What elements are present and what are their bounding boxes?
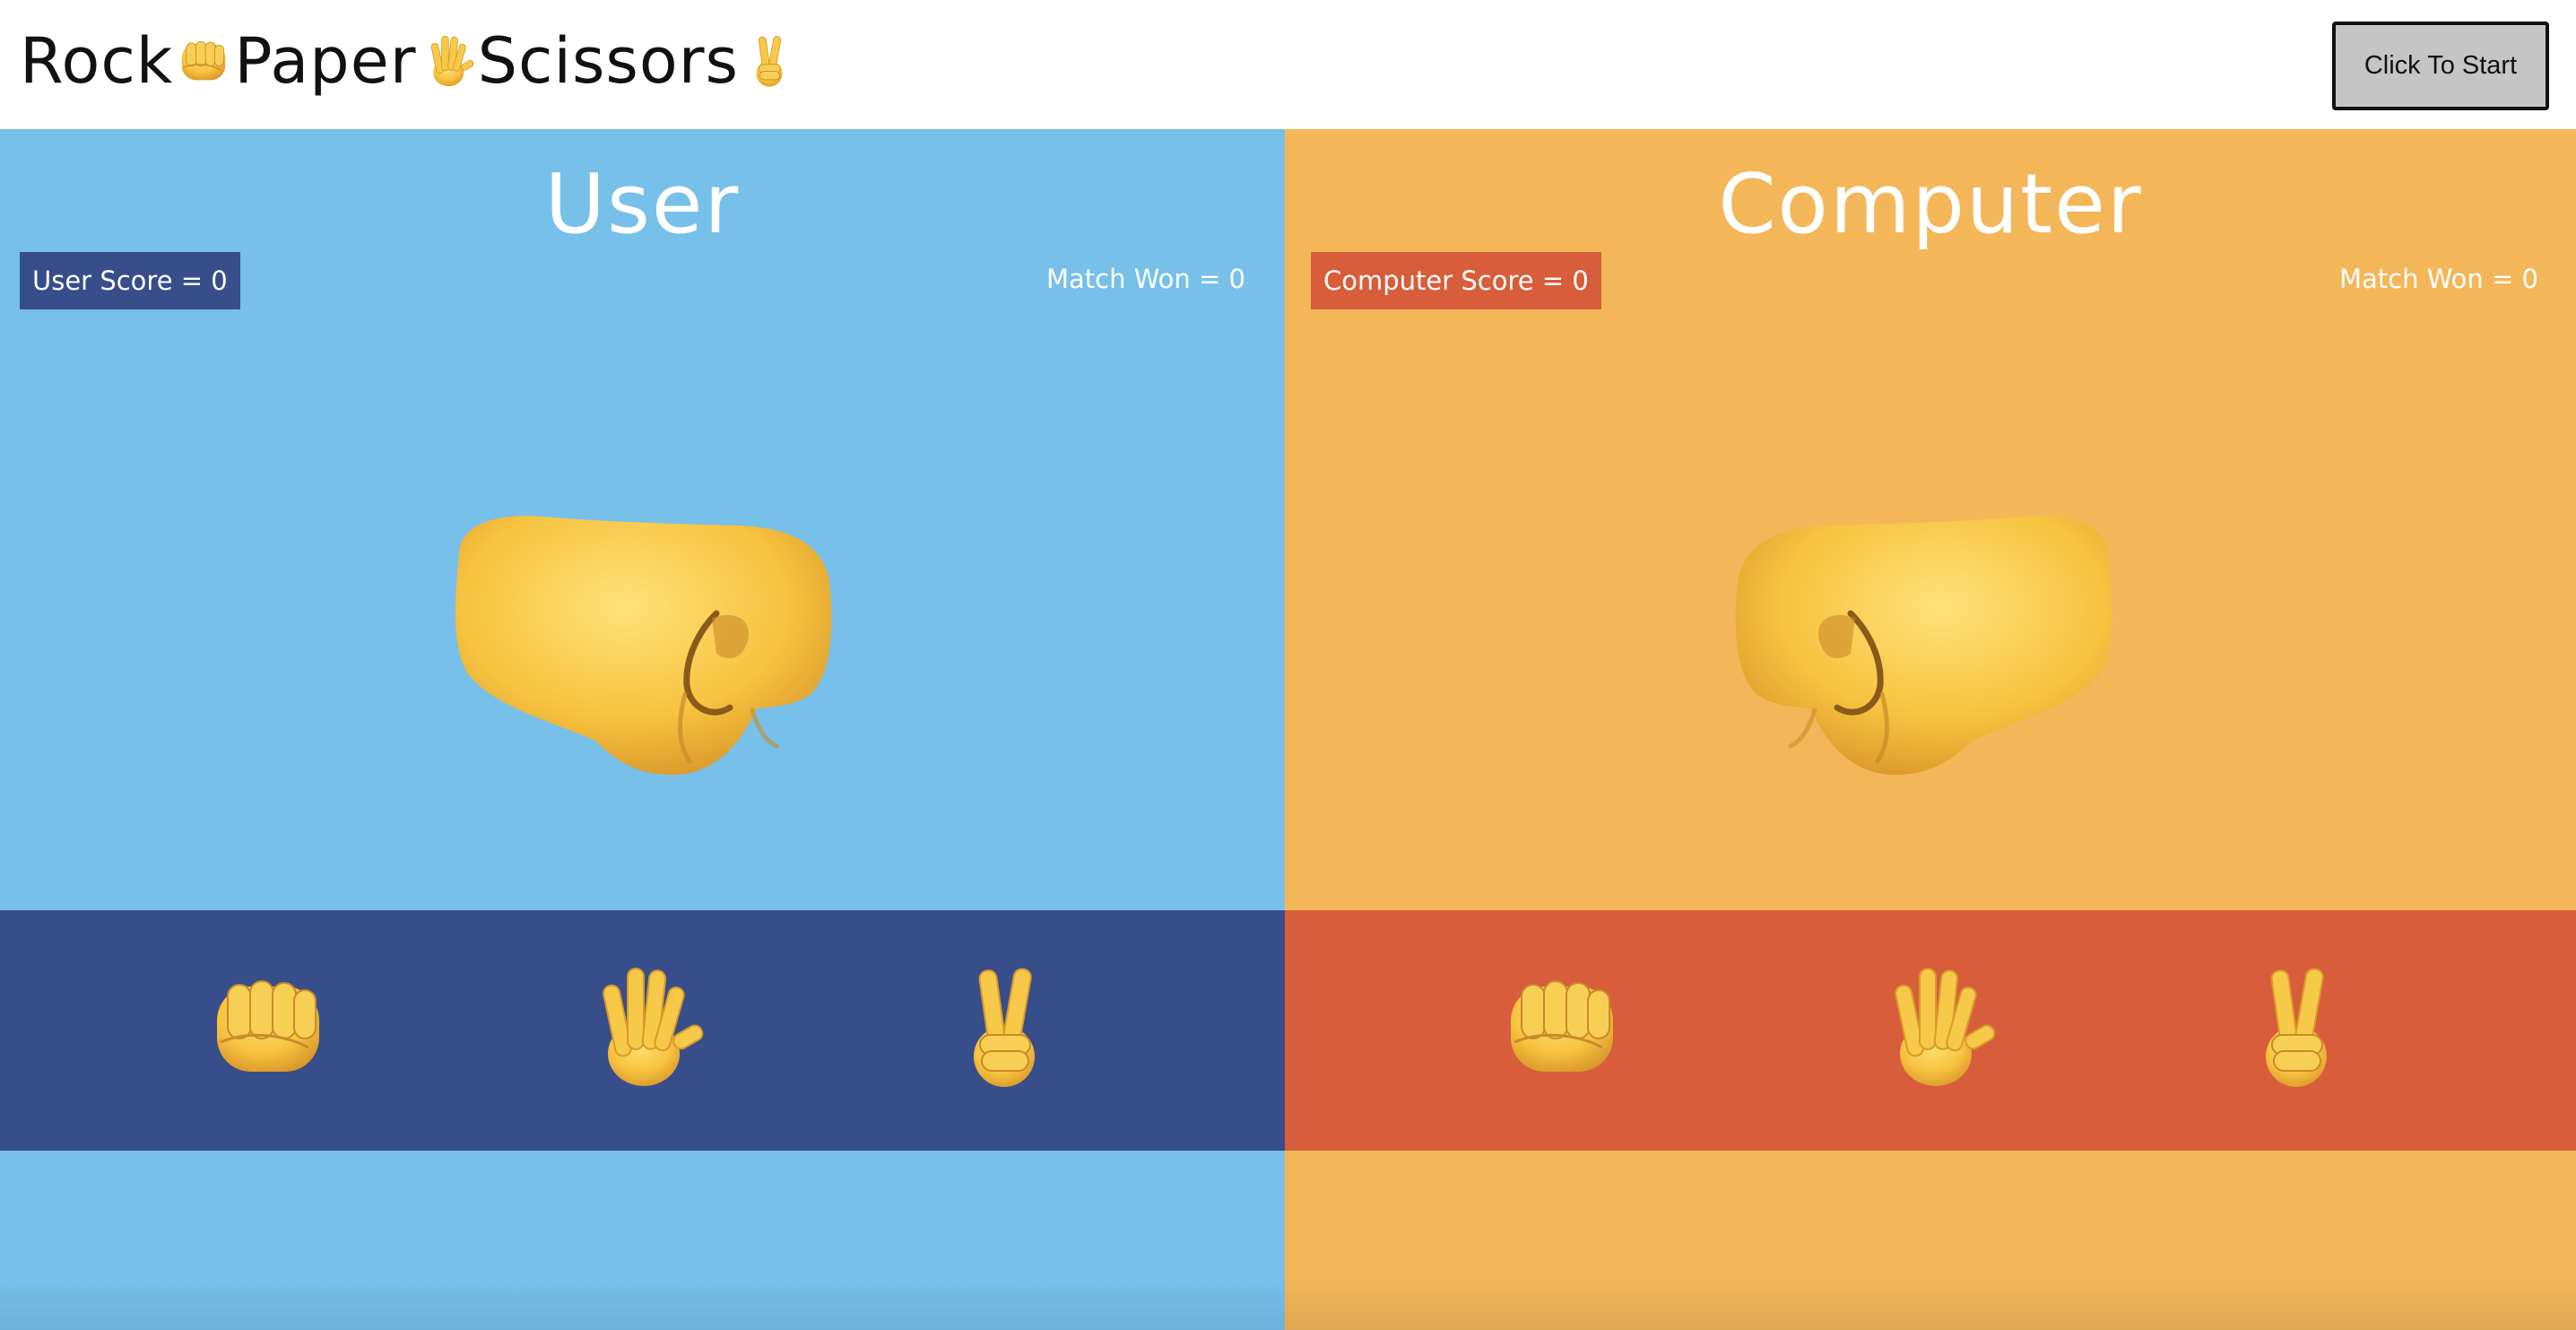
computer-panel: Computer Computer Score = 0 Match Won = … bbox=[1285, 129, 2576, 1330]
user-match-won: Match Won = 0 bbox=[1046, 264, 1245, 294]
user-score-badge: User Score = 0 bbox=[20, 252, 240, 309]
user-choice-bar bbox=[0, 910, 1285, 1151]
page-title: Rock Paper Scissors bbox=[20, 16, 800, 106]
raised-hand-icon bbox=[419, 30, 476, 92]
title-word-rock: Rock bbox=[20, 24, 174, 98]
start-button[interactable]: Click To Start bbox=[2332, 22, 2549, 110]
computer-current-choice-fist-icon bbox=[1730, 506, 2124, 793]
victory-hand-icon bbox=[741, 30, 798, 92]
computer-scissors-choice-icon[interactable] bbox=[2229, 960, 2364, 1094]
user-rock-choice-icon[interactable] bbox=[201, 960, 335, 1094]
computer-match-won: Match Won = 0 bbox=[2339, 264, 2538, 294]
title-word-paper: Paper bbox=[234, 24, 417, 98]
title-word-scissors: Scissors bbox=[477, 24, 739, 98]
user-panel-title: User bbox=[544, 156, 741, 252]
fist-icon bbox=[175, 30, 232, 92]
computer-rock-choice-icon[interactable] bbox=[1495, 960, 1629, 1094]
computer-paper-choice-icon[interactable] bbox=[1866, 960, 2000, 1094]
user-scissors-choice-icon[interactable] bbox=[937, 960, 1071, 1094]
app-header: Rock Paper Scissors Click To Start bbox=[0, 0, 2576, 129]
user-current-choice-fist-icon bbox=[443, 506, 837, 793]
computer-score-badge: Computer Score = 0 bbox=[1311, 252, 1601, 309]
user-paper-choice-icon[interactable] bbox=[574, 960, 708, 1094]
computer-choice-bar bbox=[1285, 910, 2576, 1151]
user-panel: User User Score = 0 Match Won = 0 bbox=[0, 129, 1285, 1330]
computer-panel-title: Computer bbox=[1718, 156, 2143, 252]
